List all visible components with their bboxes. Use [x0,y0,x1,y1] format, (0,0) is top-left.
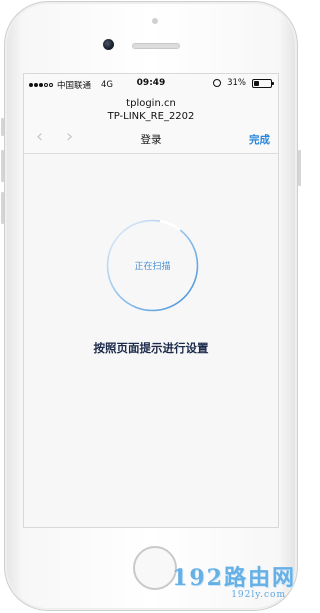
done-button[interactable]: 完成 [249,132,270,147]
nav-title: 登录 [140,134,162,146]
main-content: 正在扫描 按照页面提示进行设置 [24,154,278,518]
watermark-main: 192路由网 [172,565,296,591]
status-bar: 中国联通 4G 09:49 31% [24,74,278,94]
scanning-label: 正在扫描 [134,262,171,272]
scanning-spinner: 正在扫描 [105,218,200,313]
page-header: tplogin.cn TP-LINK_RE_2202 [24,94,278,123]
volume-down-button [1,192,4,224]
site-watermark: 192路由网 192ly.com [172,560,296,600]
mute-switch [1,118,4,136]
front-camera-icon [103,39,114,50]
phone-screen: 中国联通 4G 09:49 31% tplogin.cn TP-LINK_RE_… [23,73,279,528]
battery-icon [252,78,274,88]
battery-percent: 31% [227,78,246,88]
page-title: TP-LINK_RE_2202 [107,111,195,122]
home-button[interactable] [133,546,177,590]
power-button [298,150,301,186]
navigation-bar: ‹ › 登录 完成 [24,123,278,154]
page-domain: tplogin.cn [126,98,176,109]
screenshot: 中国联通 4G 09:49 31% tplogin.cn TP-LINK_RE_… [0,0,302,613]
alarm-icon [213,79,222,87]
earpiece-speaker [132,43,180,49]
volume-up-button [1,150,4,182]
instruction-text: 按照页面提示进行设置 [93,341,209,355]
proximity-sensor [152,18,158,24]
